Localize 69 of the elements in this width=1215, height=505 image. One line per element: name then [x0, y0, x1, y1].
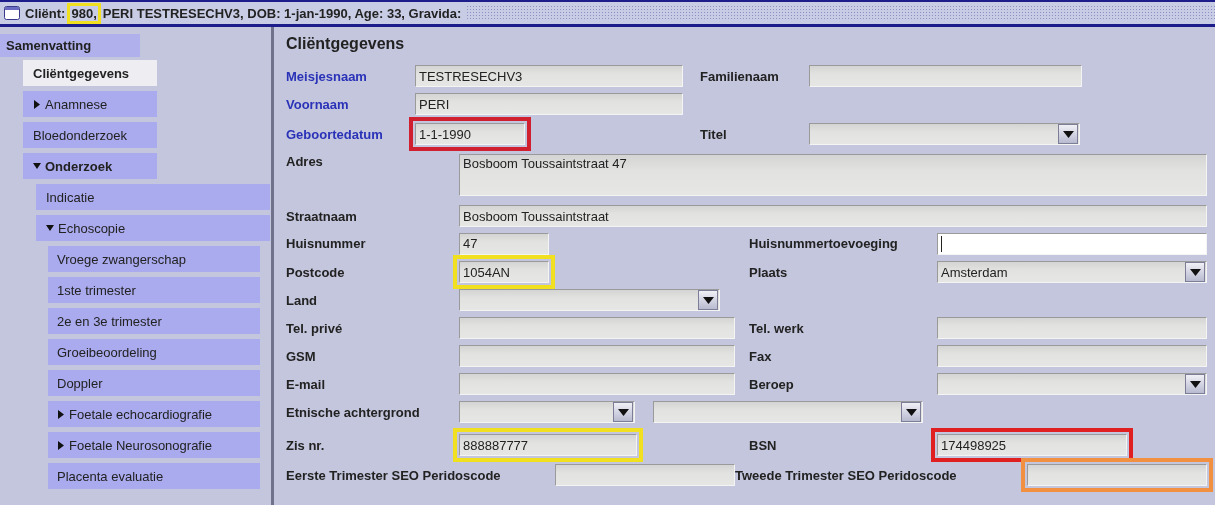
- field-label: BSN: [749, 437, 778, 453]
- tree-item[interactable]: Foetale echocardiografie: [48, 401, 260, 427]
- tree-item[interactable]: Anamnese: [23, 91, 157, 117]
- field-label: Fax: [749, 348, 773, 364]
- input-field[interactable]: 174498925: [937, 434, 1127, 456]
- collapsed-triangle-icon[interactable]: [57, 409, 65, 419]
- field-label: Etnische achtergrond: [286, 404, 421, 420]
- summary-tab[interactable]: Samenvatting: [0, 34, 140, 57]
- field-label: Zis nr.: [286, 437, 326, 453]
- input-field[interactable]: 888887777: [459, 434, 637, 456]
- collapsed-triangle-icon[interactable]: [57, 440, 65, 450]
- address-field[interactable]: Bosboom Toussaintstraat 47: [459, 154, 1207, 196]
- expanded-triangle-icon[interactable]: [33, 161, 41, 171]
- tree-item[interactable]: Doppler: [48, 370, 260, 396]
- title-text: 980,: [70, 5, 98, 21]
- field-label: Huisnummertoevoeging: [749, 236, 899, 251]
- dropdown[interactable]: [459, 289, 720, 311]
- field-label: Land: [286, 292, 319, 308]
- title-text: Cliënt:: [25, 5, 66, 21]
- tree-item[interactable]: Onderzoek: [23, 153, 157, 179]
- input-field[interactable]: TESTRESECHV3: [415, 65, 683, 87]
- field-label: Familienaam: [700, 68, 780, 84]
- field-label: Voornaam: [286, 96, 350, 112]
- field-label: Tel. werk: [749, 320, 805, 336]
- input-field[interactable]: [1027, 464, 1207, 486]
- field-label: GSM: [286, 348, 317, 364]
- input-field[interactable]: 47: [459, 232, 549, 255]
- title-text: PERI TESTRESECHV3, DOB: 1-jan-1990, Age: 33, Gravida:: [102, 5, 462, 21]
- field-label: Meisjesnaam: [286, 68, 368, 84]
- tree-item[interactable]: Bloedonderzoek: [23, 122, 157, 148]
- input-field[interactable]: [937, 232, 1207, 255]
- input-field[interactable]: [459, 373, 735, 395]
- dropdown[interactable]: [459, 401, 635, 423]
- input-field[interactable]: Bosboom Toussaintstraat: [459, 205, 1207, 227]
- window-icon: [4, 6, 20, 20]
- field-label: Geboortedatum: [286, 126, 384, 142]
- tree-item[interactable]: Foetale Neurosonografie: [48, 432, 260, 458]
- field-label: Titel: [700, 126, 728, 142]
- tree-item[interactable]: 2e en 3e trimester: [48, 308, 260, 334]
- field-label: E-mail: [286, 376, 326, 392]
- field-label: Beroep: [749, 376, 795, 392]
- tree-item[interactable]: Vroege zwangerschap: [48, 246, 260, 272]
- input-field[interactable]: [937, 345, 1207, 367]
- field-label: Adres: [286, 154, 324, 169]
- tree-item[interactable]: 1ste trimester: [48, 277, 260, 303]
- field-label: Huisnummer: [286, 236, 367, 251]
- input-field[interactable]: [937, 317, 1207, 339]
- field-label: Postcode: [286, 264, 346, 280]
- field-label: Plaats: [749, 264, 789, 280]
- tree-item[interactable]: Echoscopie: [36, 215, 270, 241]
- input-field[interactable]: [459, 345, 735, 367]
- dropdown[interactable]: Amsterdam: [937, 261, 1207, 283]
- tree-item[interactable]: Groeibeoordeling: [48, 339, 260, 365]
- tree-item[interactable]: Placenta evaluatie: [48, 463, 260, 489]
- form-title: Cliëntgegevens: [286, 35, 406, 54]
- input-field[interactable]: PERI: [415, 93, 683, 115]
- input-field[interactable]: 1-1-1990: [415, 123, 525, 145]
- input-field[interactable]: [459, 317, 735, 339]
- field-label: Eerste Trimester SEO Peridoscode: [286, 467, 502, 483]
- input-field[interactable]: 1054AN: [459, 261, 549, 283]
- field-label: Straatnaam: [286, 208, 358, 224]
- field-label: Tel. privé: [286, 320, 344, 336]
- collapsed-triangle-icon[interactable]: [33, 99, 41, 109]
- tree-item[interactable]: Cliëntgegevens: [23, 60, 157, 86]
- field-label: Tweede Trimester SEO Peridoscode: [735, 467, 958, 483]
- input-field[interactable]: [555, 464, 735, 486]
- expanded-triangle-icon[interactable]: [46, 223, 54, 233]
- tree-item[interactable]: Indicatie: [36, 184, 270, 210]
- input-field[interactable]: [809, 65, 1082, 87]
